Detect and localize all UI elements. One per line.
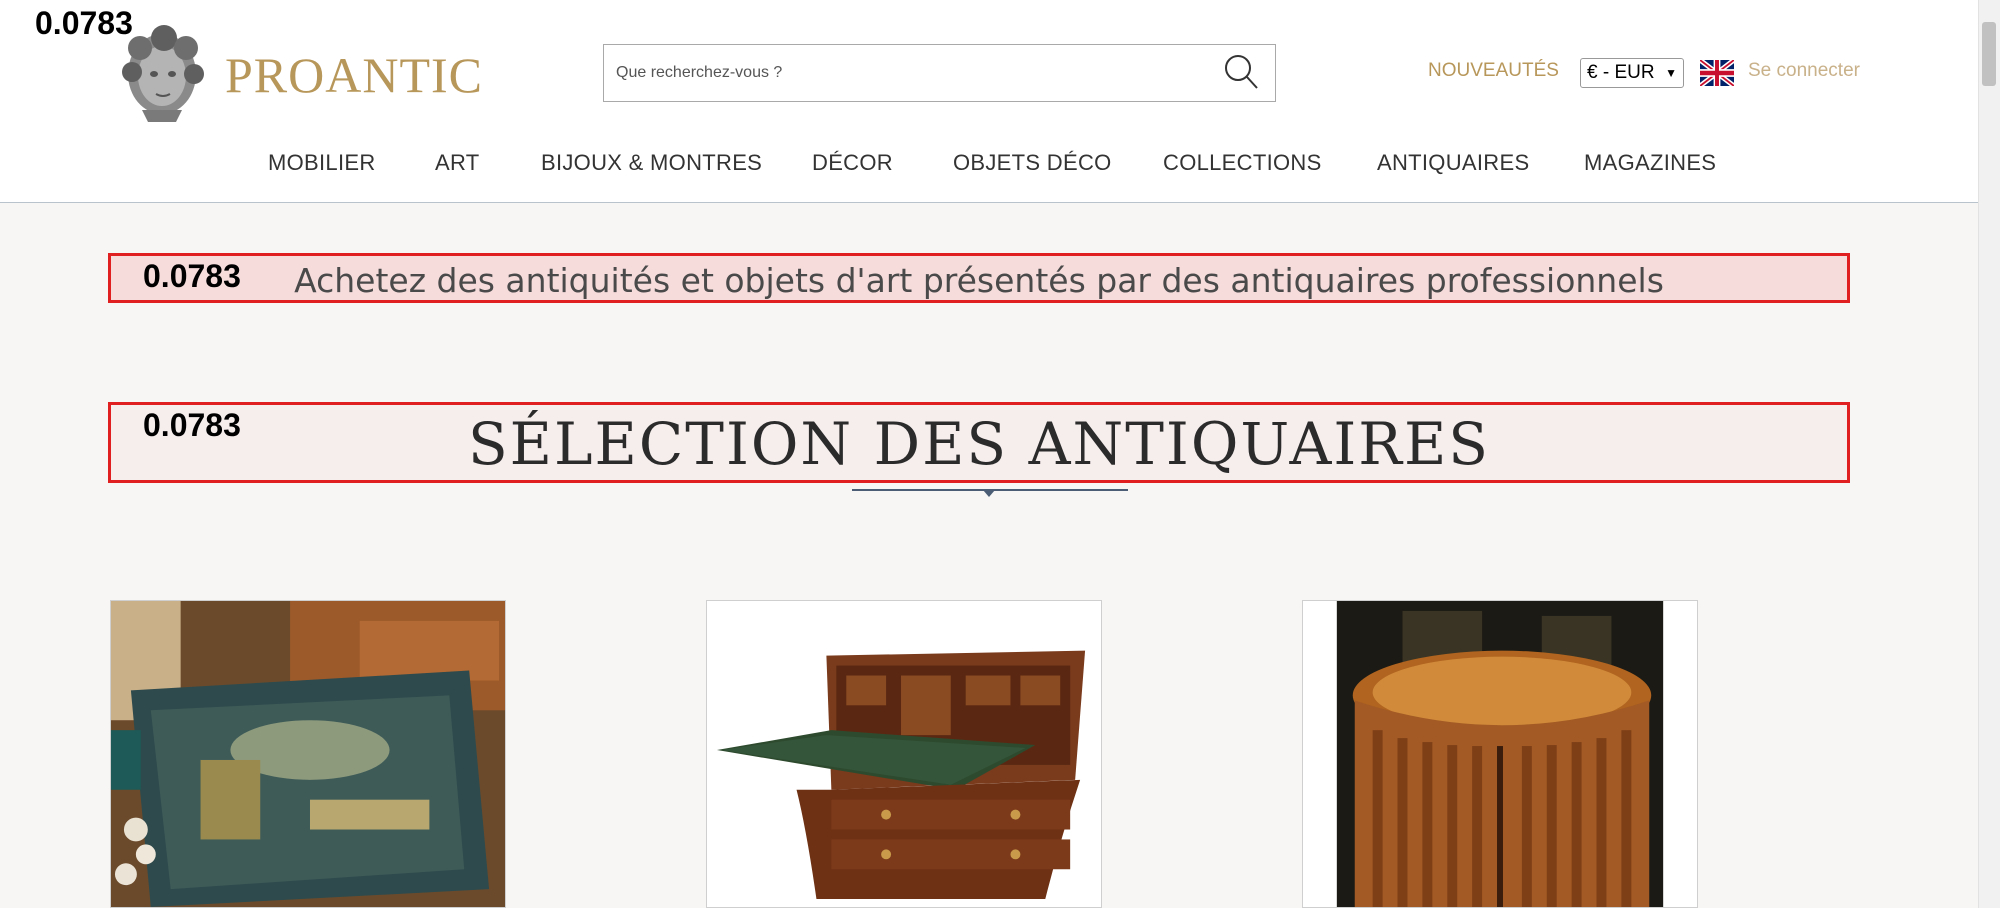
- nav-item-objets-deco[interactable]: OBJETS DÉCO: [953, 150, 1112, 176]
- currency-select[interactable]: € - EUR ▼: [1580, 58, 1684, 88]
- nav-item-bijoux-montres[interactable]: BIJOUX & MONTRES: [541, 150, 762, 176]
- product-card-demilune-commode[interactable]: [1302, 600, 1698, 908]
- nav-item-magazines[interactable]: MAGAZINES: [1584, 150, 1716, 176]
- tagline-text: Achetez des antiquités et objets d'art p…: [294, 261, 1664, 300]
- search-box: [603, 44, 1276, 102]
- nav-item-mobilier[interactable]: MOBILIER: [268, 150, 376, 176]
- product-card-bureau-desk[interactable]: [706, 600, 1102, 908]
- chevron-down-icon: ▼: [1665, 66, 1677, 80]
- score-label: 0.0783: [143, 407, 241, 443]
- search-input[interactable]: [604, 45, 1204, 101]
- score-label: 0.0783: [143, 258, 241, 294]
- divider-arrow-icon: [983, 490, 995, 497]
- nav-item-art[interactable]: ART: [435, 150, 480, 176]
- search-icon[interactable]: [1223, 53, 1259, 91]
- demilune-commode-image: [1303, 601, 1697, 907]
- nav-item-antiquaires[interactable]: ANTIQUAIRES: [1377, 150, 1529, 176]
- nav-item-collections[interactable]: COLLECTIONS: [1163, 150, 1322, 176]
- section-header: SÉLECTION DES ANTIQUAIRES: [108, 402, 1850, 483]
- scrollbar-thumb[interactable]: [1982, 22, 1996, 86]
- logo-text[interactable]: PROANTIC: [225, 46, 483, 104]
- login-link[interactable]: Se connecter: [1748, 60, 1860, 82]
- bureau-desk-image: [707, 601, 1101, 907]
- uk-flag-icon[interactable]: [1698, 57, 1736, 89]
- nav-item-decor[interactable]: DÉCOR: [812, 150, 893, 176]
- vertical-scrollbar[interactable]: [1978, 0, 2000, 908]
- lacquered-box-image: [111, 601, 505, 907]
- logo-statue-icon[interactable]: [112, 18, 208, 122]
- section-title: SÉLECTION DES ANTIQUAIRES: [467, 410, 1491, 478]
- currency-value: € - EUR: [1587, 62, 1655, 83]
- product-card-lacquered-box[interactable]: [110, 600, 506, 908]
- tagline-banner: Achetez des antiquités et objets d'art p…: [108, 253, 1850, 303]
- new-arrivals-link[interactable]: NOUVEAUTÉS: [1428, 60, 1559, 82]
